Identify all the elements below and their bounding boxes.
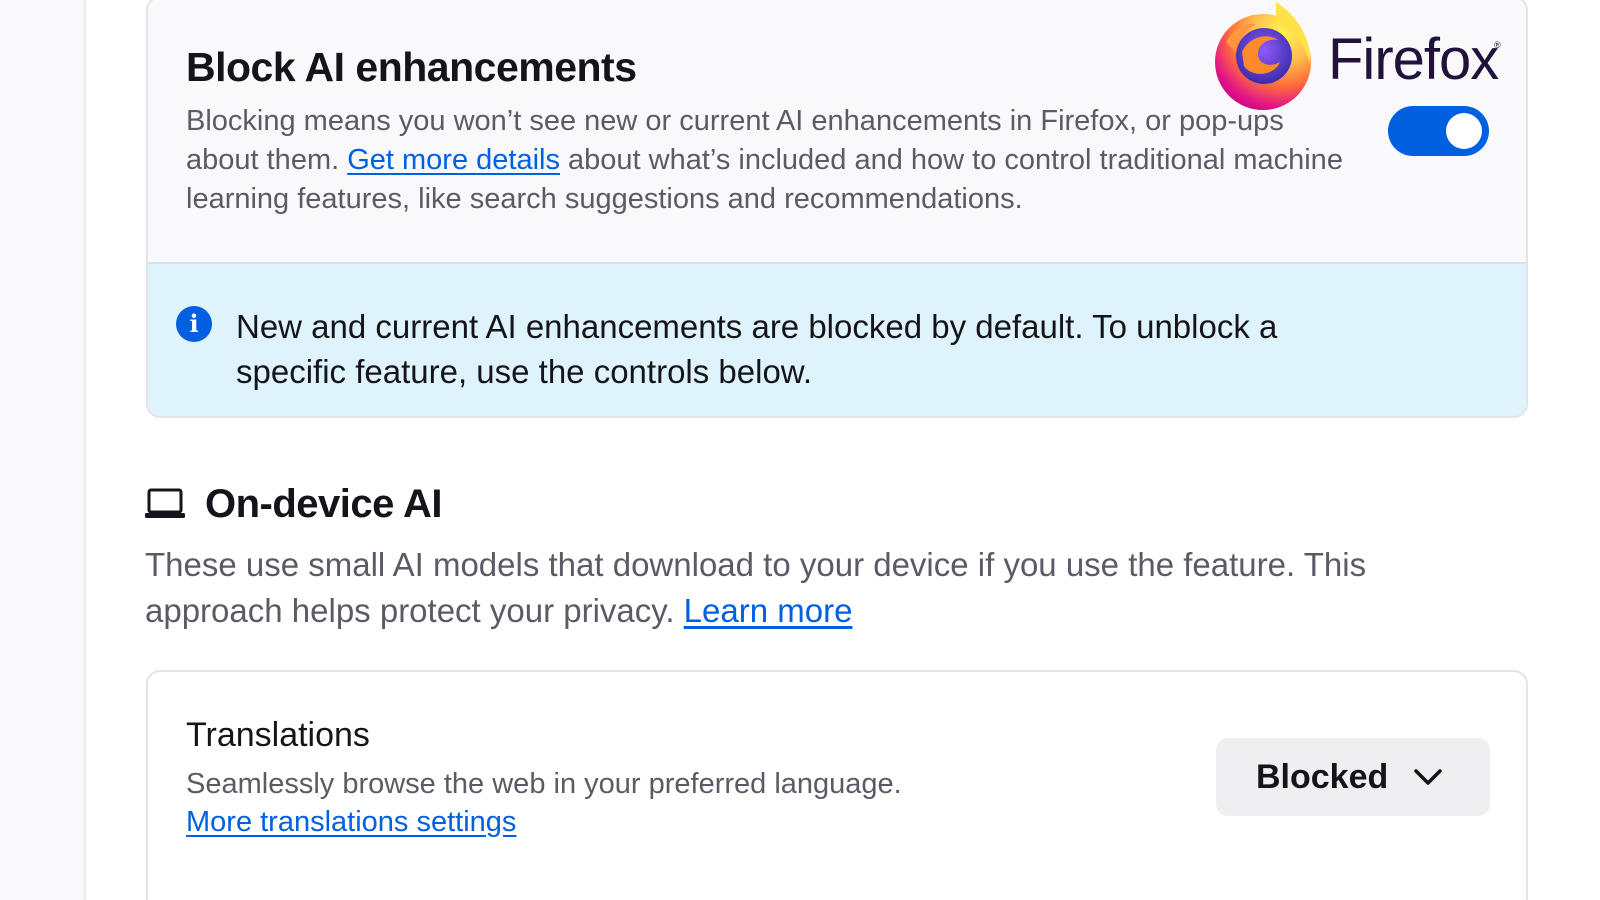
on-device-ai-description: These use small AI models that download … <box>145 542 1485 634</box>
firefox-logo-icon <box>1215 2 1311 110</box>
translations-status-select[interactable]: Blocked <box>1216 738 1490 816</box>
translations-card: Translations Seamlessly browse the web i… <box>146 670 1528 900</box>
chevron-down-icon <box>1414 769 1442 785</box>
get-more-details-link[interactable]: Get more details <box>347 144 560 176</box>
laptop-icon <box>145 488 185 518</box>
firefox-wordmark: Firefox <box>1328 27 1499 92</box>
toggle-knob <box>1446 113 1482 149</box>
info-message-bar: i New and current AI enhancements are bl… <box>148 262 1526 416</box>
on-device-ai-title: On-device AI <box>205 482 443 526</box>
block-ai-toggle[interactable] <box>1388 106 1489 156</box>
block-ai-description: Blocking means you won’t see new or curr… <box>186 102 1356 219</box>
left-sidebar <box>0 0 86 900</box>
more-translations-settings-link[interactable]: More translations settings <box>186 806 516 839</box>
block-ai-title: Block AI enhancements <box>186 44 637 90</box>
info-message-text: New and current AI enhancements are bloc… <box>236 308 1278 390</box>
registered-mark: ® <box>1494 40 1501 50</box>
translations-title: Translations <box>186 716 370 754</box>
learn-more-link[interactable]: Learn more <box>684 592 853 629</box>
block-ai-card: Block AI enhancements Blocking means you… <box>146 0 1528 418</box>
translations-description: Seamlessly browse the web in your prefer… <box>186 768 902 800</box>
block-ai-header: Block AI enhancements Blocking means you… <box>148 0 1526 262</box>
info-icon: i <box>176 306 212 342</box>
settings-page: Block AI enhancements Blocking means you… <box>0 0 1600 900</box>
select-value: Blocked <box>1256 758 1389 796</box>
